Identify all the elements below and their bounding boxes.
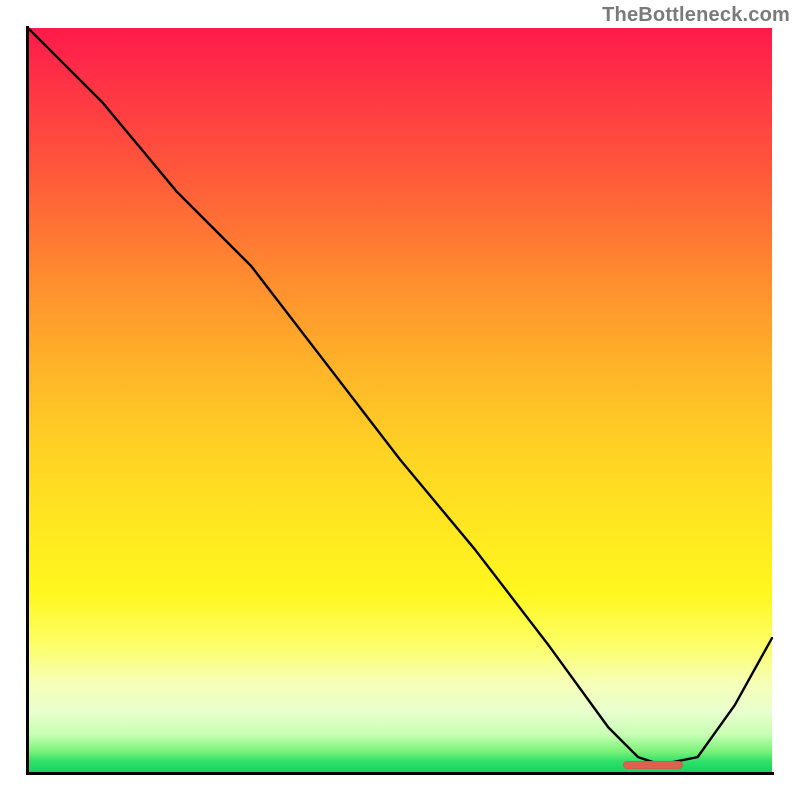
line-path (28, 28, 772, 765)
chart-container: TheBottleneck.com (0, 0, 800, 800)
optimum-marker (623, 761, 683, 769)
y-axis (26, 26, 29, 774)
plot-area (28, 28, 772, 772)
attribution-label: TheBottleneck.com (602, 4, 790, 27)
line-series (28, 28, 772, 772)
x-axis (26, 772, 774, 775)
